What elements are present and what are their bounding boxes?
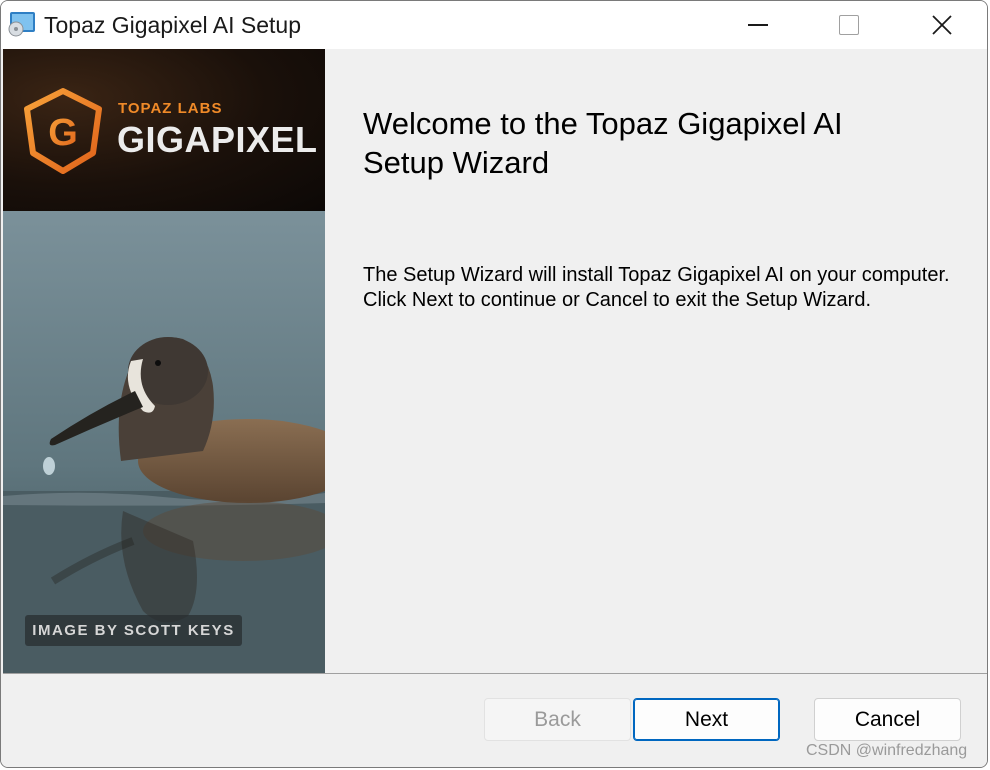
- gigapixel-logo-icon: G: [24, 88, 102, 174]
- logo-letter: G: [48, 112, 78, 154]
- maximize-icon: [839, 15, 859, 35]
- title-bar[interactable]: Topaz Gigapixel AI Setup: [1, 1, 987, 49]
- maximize-button[interactable]: [803, 1, 895, 49]
- window-title: Topaz Gigapixel AI Setup: [44, 12, 301, 38]
- cancel-button[interactable]: Cancel: [814, 698, 961, 741]
- minimize-button[interactable]: [712, 1, 804, 49]
- next-button[interactable]: Next: [633, 698, 780, 741]
- welcome-heading: Welcome to the Topaz Gigapixel AI Setup …: [363, 106, 843, 180]
- close-button[interactable]: [896, 1, 987, 49]
- image-credit: IMAGE BY SCOTT KEYS: [25, 615, 242, 646]
- watermark-text: CSDN @winfredzhang: [806, 742, 968, 759]
- welcome-description: The Setup Wizard will install Topaz Giga…: [363, 264, 950, 311]
- wizard-content: Welcome to the Topaz Gigapixel AI Setup …: [325, 49, 987, 673]
- setup-window: Topaz Gigapixel AI Setup G TOPAZ LABS GI…: [0, 0, 988, 768]
- brand-header: G TOPAZ LABS GIGAPIXEL: [3, 49, 325, 211]
- close-icon: [932, 15, 952, 35]
- brand-product: GIGAPIXEL: [117, 119, 318, 160]
- wizard-banner: G TOPAZ LABS GIGAPIXEL IMAGE BY SCOTT KE…: [3, 49, 325, 673]
- installer-cd-icon: [8, 12, 35, 37]
- minimize-icon: [748, 24, 768, 26]
- brand-company: TOPAZ LABS: [118, 100, 223, 117]
- duck-photo: [3, 211, 325, 673]
- back-button[interactable]: Back: [484, 698, 631, 741]
